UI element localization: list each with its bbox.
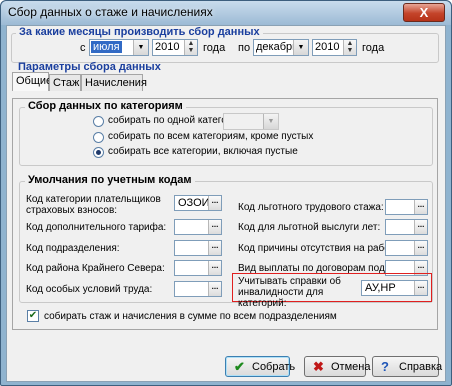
year-word-2: года bbox=[362, 42, 385, 54]
long-service-field[interactable]: ... bbox=[385, 219, 428, 235]
radio-all-nonempty[interactable] bbox=[93, 132, 104, 143]
radio-all-including-empty-label: собирать все категории, включая пустые bbox=[108, 146, 298, 157]
ellipsis-icon[interactable]: ... bbox=[208, 282, 221, 296]
to-month-select[interactable]: декабрь ▼ bbox=[253, 39, 309, 56]
sum-checkbox-label: собирать стаж и начисления в сумме по вс… bbox=[44, 311, 337, 322]
chevron-down-icon[interactable]: ▼ bbox=[263, 114, 278, 129]
absence-reason-label: Код причины отсутствия на работе: bbox=[238, 243, 403, 254]
tab-general[interactable]: Общие bbox=[12, 72, 52, 91]
collect-button-label: Собрать bbox=[252, 361, 296, 373]
defaults-caption: Умолчания по учетным кодам bbox=[25, 174, 195, 186]
radio-all-nonempty-label: собирать по всем категориям, кроме пусты… bbox=[108, 131, 314, 142]
from-month-select[interactable]: июля ▼ bbox=[89, 39, 149, 56]
ellipsis-icon[interactable]: ... bbox=[208, 196, 221, 210]
collect-button[interactable]: ✔ Собрать bbox=[225, 356, 295, 377]
close-button[interactable]: X bbox=[403, 3, 445, 22]
chevron-down-icon[interactable]: ▼ bbox=[133, 40, 148, 55]
window-title: Сбор данных о стаже и начислениях bbox=[8, 5, 213, 19]
check-icon: ✔ bbox=[234, 359, 245, 374]
ellipsis-icon[interactable]: ... bbox=[414, 200, 427, 214]
dialog-body: За какие месяцы производить сбор данных … bbox=[6, 25, 446, 382]
radio-all-including-empty[interactable] bbox=[93, 147, 104, 158]
to-year-spinner[interactable]: 2010 ▲ ▼ bbox=[312, 39, 357, 56]
to-month-value: декабрь bbox=[256, 41, 298, 53]
disability-value: АУ,НР bbox=[365, 282, 396, 294]
north-region-field[interactable]: ... bbox=[174, 260, 222, 276]
from-month-value: июля bbox=[91, 41, 122, 53]
months-caption: За какие месяцы производить сбор данных bbox=[16, 26, 263, 38]
ellipsis-icon[interactable]: ... bbox=[208, 220, 221, 234]
title-bar[interactable]: Сбор данных о стаже и начислениях X bbox=[1, 1, 451, 25]
cancel-button-label: Отмена bbox=[331, 361, 371, 373]
to-label: по bbox=[238, 42, 251, 54]
ellipsis-icon[interactable]: ... bbox=[414, 220, 427, 234]
preferential-experience-label: Код льготного трудового стажа: bbox=[238, 202, 384, 213]
year-word-1: года bbox=[203, 42, 226, 54]
tab-accruals[interactable]: Начисления bbox=[81, 74, 147, 91]
category-select[interactable]: ▼ bbox=[223, 113, 279, 130]
chevron-down-icon[interactable]: ▼ bbox=[293, 40, 308, 55]
absence-reason-field[interactable]: ... bbox=[385, 240, 428, 256]
to-year-value: 2010 bbox=[315, 41, 340, 53]
spin-icon[interactable]: ▲ ▼ bbox=[184, 40, 197, 55]
help-button[interactable]: ? Справка bbox=[372, 356, 443, 377]
from-year-value: 2010 bbox=[155, 41, 180, 53]
help-button-label: Справка bbox=[399, 361, 443, 373]
payer-category-field[interactable]: ОЗОИ ... bbox=[174, 195, 222, 211]
tab-panel-general: Сбор данных по категориям собирать по од… bbox=[12, 98, 438, 330]
ellipsis-icon[interactable]: ... bbox=[414, 281, 427, 295]
tab-experience[interactable]: Стаж bbox=[49, 74, 81, 91]
close-icon: X bbox=[419, 5, 429, 20]
payer-category-value: ОЗОИ bbox=[178, 197, 210, 209]
extra-tariff-field[interactable]: ... bbox=[174, 219, 222, 235]
sum-checkbox[interactable]: ✔ bbox=[27, 310, 39, 322]
disability-label: Учитывать справки об инвалидности для ка… bbox=[238, 276, 341, 309]
extra-tariff-label: Код дополнительного тарифа: bbox=[26, 222, 167, 233]
special-conditions-field[interactable]: ... bbox=[174, 281, 222, 297]
subdivision-field[interactable]: ... bbox=[174, 240, 222, 256]
from-year-spinner[interactable]: 2010 ▲ ▼ bbox=[152, 39, 198, 56]
category-caption: Сбор данных по категориям bbox=[25, 100, 186, 112]
disability-field[interactable]: АУ,НР ... bbox=[361, 280, 428, 296]
ellipsis-icon[interactable]: ... bbox=[414, 241, 427, 255]
preferential-experience-field[interactable]: ... bbox=[385, 199, 428, 215]
ellipsis-icon[interactable]: ... bbox=[208, 241, 221, 255]
cancel-button[interactable]: ✖ Отмена bbox=[304, 356, 370, 377]
subdivision-label: Код подразделения: bbox=[26, 243, 120, 254]
north-region-label: Код района Крайнего Севера: bbox=[26, 263, 165, 274]
special-conditions-label: Код особых условий труда: bbox=[26, 284, 153, 295]
ellipsis-icon[interactable]: ... bbox=[208, 261, 221, 275]
payer-category-label: Код категории плательщиков страховых взн… bbox=[26, 194, 161, 216]
spin-icon[interactable]: ▲ ▼ bbox=[343, 40, 356, 55]
long-service-label: Код для льготной выслуги лет: bbox=[238, 222, 381, 233]
radio-one-category[interactable] bbox=[93, 116, 104, 127]
dialog-window: Сбор данных о стаже и начислениях X За к… bbox=[0, 0, 452, 386]
from-label: с bbox=[80, 42, 86, 54]
question-icon: ? bbox=[381, 359, 389, 374]
cross-icon: ✖ bbox=[313, 359, 324, 374]
